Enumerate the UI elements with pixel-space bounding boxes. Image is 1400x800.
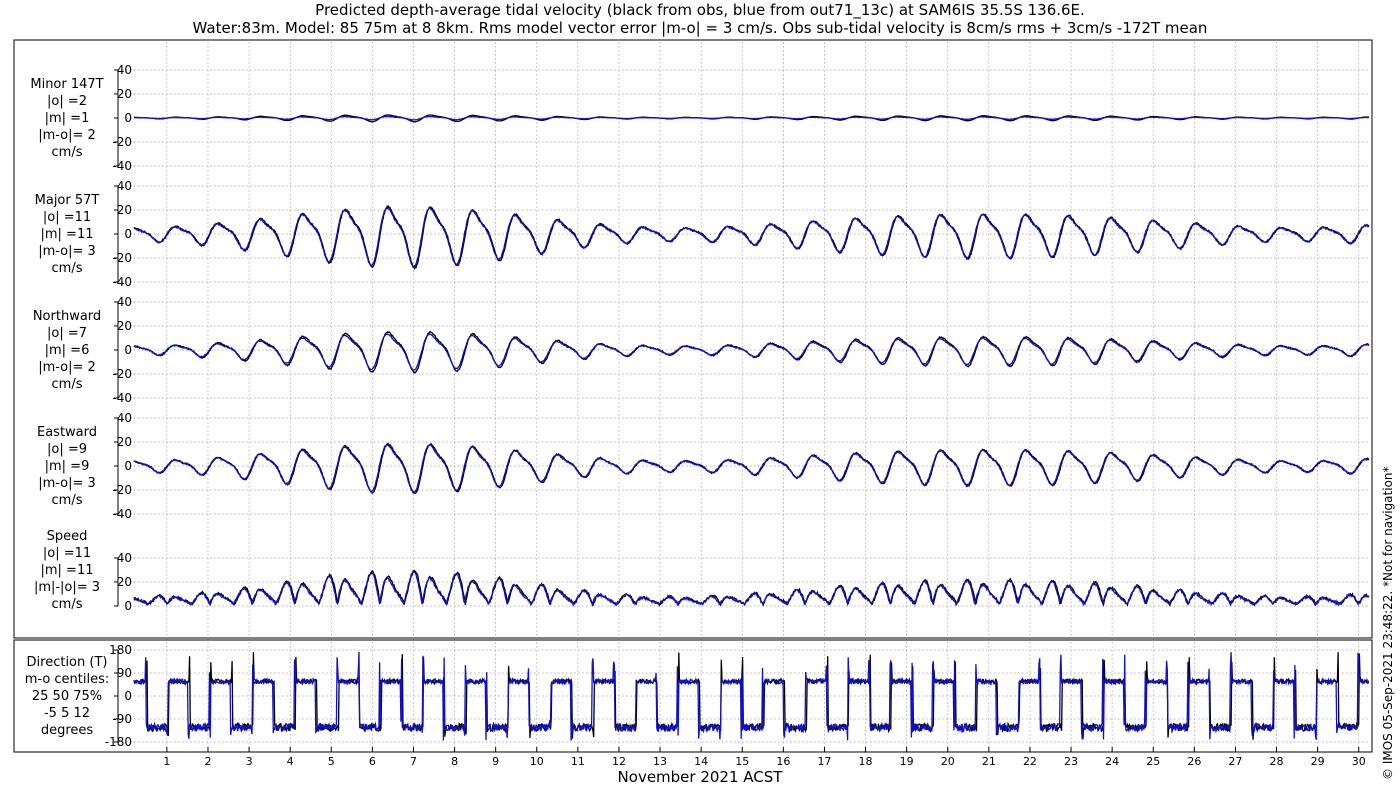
- x-tick-label: 17: [817, 755, 831, 768]
- x-tick-label: 15: [735, 755, 749, 768]
- y-tick-label: 0: [124, 689, 132, 703]
- panel-label-major: Major 57T |o| =11 |m| =11 |m-o|= 3 cm/s: [12, 192, 122, 277]
- panel-label-minor: Minor 147T |o| =2 |m| =1 |m-o|= 2 cm/s: [12, 76, 122, 161]
- panel-label-line: cm/s: [51, 260, 83, 276]
- panel-label-line: |m| =11: [40, 226, 94, 242]
- x-tick-label: 7: [410, 755, 417, 768]
- panel-label-line: Speed: [46, 528, 88, 544]
- panel-label-line: |m-o|= 3: [38, 475, 96, 491]
- x-tick-label: 29: [1311, 755, 1325, 768]
- x-tick-label: 11: [571, 755, 585, 768]
- panel-label-line: |o| =11: [42, 209, 92, 225]
- x-tick-label: 4: [287, 755, 294, 768]
- panel-label-line: |o| =2: [46, 93, 87, 109]
- panel-label-line: degrees: [40, 722, 94, 738]
- x-tick-label: 25: [1146, 755, 1160, 768]
- panel-label-line: m-o centiles:: [24, 671, 110, 687]
- x-tick-label: 21: [982, 755, 996, 768]
- chart-plot-area: 1 2 3 4 5 6 7 8 9 10 11 12 13 14 15 16 17 18 19 20 21 22 23 24 2…: [13, 39, 1373, 768]
- panel-label-line: Direction (T): [26, 654, 108, 670]
- x-tick-label: 19: [900, 755, 914, 768]
- x-tick-label: 18: [859, 755, 873, 768]
- panel-label-line: cm/s: [51, 376, 83, 392]
- x-tick-label: 16: [776, 755, 790, 768]
- x-tick-label: 3: [246, 755, 253, 768]
- y-tick-label: 0: [124, 227, 132, 241]
- panel-label-line: |m-o|= 3: [38, 243, 96, 259]
- panel-label-line: |o| =11: [42, 545, 92, 561]
- panel-label-line: |o| =9: [46, 441, 87, 457]
- y-tick-label: 0: [124, 599, 132, 613]
- panel-label-line: -5 5 12: [43, 705, 91, 721]
- x-tick-label: 13: [653, 755, 667, 768]
- chart-figure: Predicted depth-average tidal velocity (…: [0, 0, 1400, 800]
- panel-label-line: Eastward: [36, 424, 98, 440]
- x-tick-label: 8: [451, 755, 458, 768]
- x-axis-label: November 2021 ACST: [617, 768, 783, 786]
- panel-label-north: Northward |o| =7 |m| =6 |m-o|= 2 cm/s: [12, 308, 122, 393]
- panel-label-line: |m|-|o|= 3: [33, 579, 101, 595]
- x-tick-label: 20: [941, 755, 955, 768]
- x-tick-label: 10: [530, 755, 544, 768]
- y-tick-label: -40: [112, 391, 132, 405]
- panel-label-line: |m| =11: [40, 562, 94, 578]
- panel-label-line: cm/s: [51, 144, 83, 160]
- y-tick-label: 0: [124, 459, 132, 473]
- panel-label-east: Eastward |o| =9 |m| =9 |m-o|= 3 cm/s: [12, 424, 122, 509]
- panel-label-line: |m-o|= 2: [38, 359, 96, 375]
- series-model-speed: [133, 570, 1370, 608]
- copyright-footnote: © IMOS 05-Sep-2021 23:48:22. *Not for na…: [1381, 466, 1395, 780]
- y-tick-label: -40: [112, 159, 132, 173]
- x-tick-label: 5: [328, 755, 335, 768]
- panel-label-line: 25 50 75%: [31, 688, 103, 704]
- upper-frame: [13, 39, 1373, 639]
- panel-label-line: |m| =1: [44, 110, 90, 126]
- panel-label-line: |m| =6: [44, 342, 90, 358]
- panel-label-direction: Direction (T) m-o centiles: 25 50 75% -5 5 …: [12, 654, 122, 739]
- x-tick-label: 30: [1352, 755, 1366, 768]
- panel-label-line: |m-o|= 2: [38, 127, 96, 143]
- x-tick-label: 9: [492, 755, 499, 768]
- x-tick-label: 2: [204, 755, 211, 768]
- y-tick-label: -40: [112, 507, 132, 521]
- x-tick-label: 14: [694, 755, 708, 768]
- x-tick-label: 12: [612, 755, 626, 768]
- y-tick-label: 0: [124, 343, 132, 357]
- panel-label-line: |o| =7: [46, 325, 87, 341]
- panel-label-line: Northward: [32, 308, 102, 324]
- x-tick-label: 1: [163, 755, 170, 768]
- panel-label-speed: Speed |o| =11 |m| =11 |m|-|o|= 3 cm/s: [12, 528, 122, 613]
- panel-label-line: cm/s: [51, 492, 83, 508]
- panel-label-line: Minor 147T: [30, 76, 104, 92]
- x-tick-label: 27: [1228, 755, 1242, 768]
- x-tick-label: 24: [1105, 755, 1119, 768]
- x-tick-label: 22: [1023, 755, 1037, 768]
- x-tick-label: 28: [1270, 755, 1284, 768]
- panel-label-line: cm/s: [51, 596, 83, 612]
- panel-label-line: Major 57T: [34, 192, 100, 208]
- x-tick-label: 26: [1187, 755, 1201, 768]
- x-tick-label: 6: [369, 755, 376, 768]
- x-tick-label: 23: [1064, 755, 1078, 768]
- series-model-east: [133, 443, 1370, 493]
- panel-label-line: |m| =9: [44, 458, 90, 474]
- series-model-north: [133, 333, 1370, 371]
- y-tick-label: 0: [124, 111, 132, 125]
- y-tick-label: -40: [112, 275, 132, 289]
